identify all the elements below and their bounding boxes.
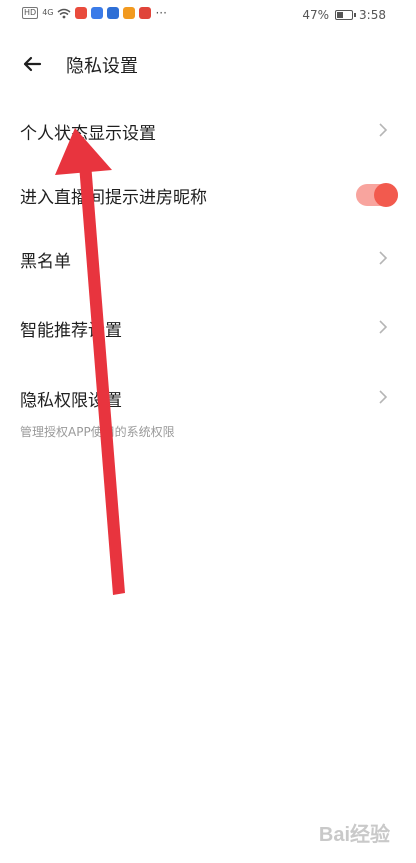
app-orange-icon xyxy=(123,7,136,19)
chevron-right-icon xyxy=(379,390,388,404)
toggle-knob xyxy=(374,183,398,207)
arrow-left-icon xyxy=(23,56,42,72)
hd-badge: HD xyxy=(22,7,39,19)
wifi-icon xyxy=(58,8,71,18)
chevron-right-icon xyxy=(379,251,388,265)
chevron-right-icon xyxy=(379,123,388,137)
row-privacy-permissions[interactable]: 隐私权限设置 管理授权APP使用的系统权限 xyxy=(0,373,416,445)
more-notifications-icon: ··· xyxy=(155,6,167,20)
row-subtitle: 管理授权APP使用的系统权限 xyxy=(20,425,175,439)
row-label: 进入直播间提示进房昵称 xyxy=(20,188,207,208)
row-live-entry-nickname: 进入直播间提示进房昵称 xyxy=(0,170,416,220)
status-right: 47% 3:58 xyxy=(302,8,386,22)
app-blue-icon xyxy=(91,7,104,19)
clock: 3:58 xyxy=(359,8,386,22)
page-title: 隐私设置 xyxy=(66,56,138,77)
header: 隐私设置 xyxy=(0,40,416,88)
row-smart-recommend[interactable]: 智能推荐设置 xyxy=(0,303,416,353)
nickname-toggle[interactable] xyxy=(356,183,398,207)
row-label: 智能推荐设置 xyxy=(20,321,122,341)
back-button[interactable] xyxy=(18,50,46,78)
row-blacklist[interactable]: 黑名单 xyxy=(0,234,416,284)
app-shield-icon xyxy=(107,7,120,19)
status-left: HD 4G ··· xyxy=(22,6,167,20)
app-red-icon xyxy=(75,7,88,19)
app-red2-icon xyxy=(139,7,152,19)
watermark: Bai经验 xyxy=(318,824,390,846)
row-label: 黑名单 xyxy=(20,252,71,272)
row-label: 个人状态显示设置 xyxy=(20,124,156,144)
status-bar: HD 4G ··· 47% 3:58 xyxy=(0,0,416,32)
battery-icon xyxy=(335,10,357,20)
battery-percent: 47% xyxy=(302,8,330,22)
row-personal-status[interactable]: 个人状态显示设置 xyxy=(0,106,416,156)
row-label: 隐私权限设置 xyxy=(20,391,122,411)
chevron-right-icon xyxy=(379,320,388,334)
signal-label: 4G xyxy=(42,8,54,17)
